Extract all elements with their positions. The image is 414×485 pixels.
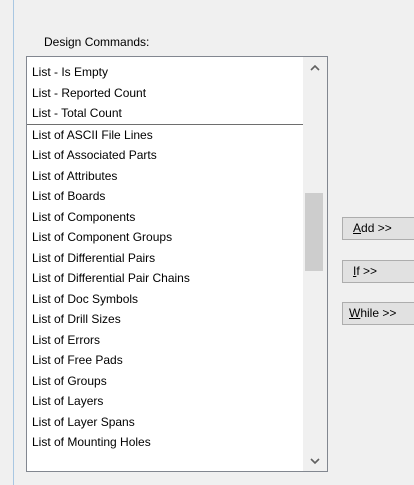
list-item[interactable]: List of Component Groups	[27, 227, 303, 248]
while-button[interactable]: While >>	[342, 302, 414, 325]
list-item[interactable]: List of Groups	[27, 371, 303, 392]
list-item[interactable]: List - Is Empty	[27, 62, 303, 83]
if-button[interactable]: If >>	[342, 260, 414, 283]
list-item[interactable]: List of Differential Pairs	[27, 248, 303, 269]
chevron-up-icon[interactable]	[303, 57, 327, 77]
design-commands-label: Design Commands:	[44, 35, 150, 49]
list-item[interactable]: List of Boards	[27, 186, 303, 207]
list-item[interactable]: List of Associated Parts	[27, 145, 303, 166]
while-accel: W	[349, 306, 361, 320]
list-item[interactable]: List of Differential Pair Chains	[27, 268, 303, 289]
list-item[interactable]: List of Attributes	[27, 166, 303, 187]
list-item[interactable]: List of Mounting Holes	[27, 432, 303, 453]
list-item[interactable]: List of Layer Spans	[27, 412, 303, 433]
list-items-container: List - Is Empty List - Reported Count List…	[27, 62, 303, 453]
dialog-page: Design Commands: List - Is Empty List - R…	[0, 0, 414, 485]
list-item[interactable]: List of Errors	[27, 330, 303, 351]
list-item[interactable]: List of ASCII File Lines	[27, 125, 303, 146]
list-item[interactable]: List of Components	[27, 207, 303, 228]
list-item[interactable]: List of Free Pads	[27, 350, 303, 371]
list-item[interactable]: List of Layers	[27, 391, 303, 412]
scroll-thumb[interactable]	[305, 193, 323, 271]
chevron-down-icon[interactable]	[303, 451, 327, 471]
list-item[interactable]: List - Reported Count	[27, 83, 303, 104]
list-item[interactable]: List - Total Count	[27, 103, 303, 125]
if-label-rest: f >>	[356, 264, 378, 278]
add-label-rest: dd >>	[361, 221, 392, 235]
list-item[interactable]: List of Drill Sizes	[27, 309, 303, 330]
while-label-rest: hile >>	[360, 306, 397, 320]
add-accel: A	[353, 221, 362, 235]
list-item[interactable]: List of Doc Symbols	[27, 289, 303, 310]
design-commands-listbox[interactable]: List - Is Empty List - Reported Count List…	[26, 56, 328, 472]
add-button[interactable]: Add >>	[342, 217, 414, 240]
vertical-scrollbar[interactable]	[303, 57, 327, 471]
